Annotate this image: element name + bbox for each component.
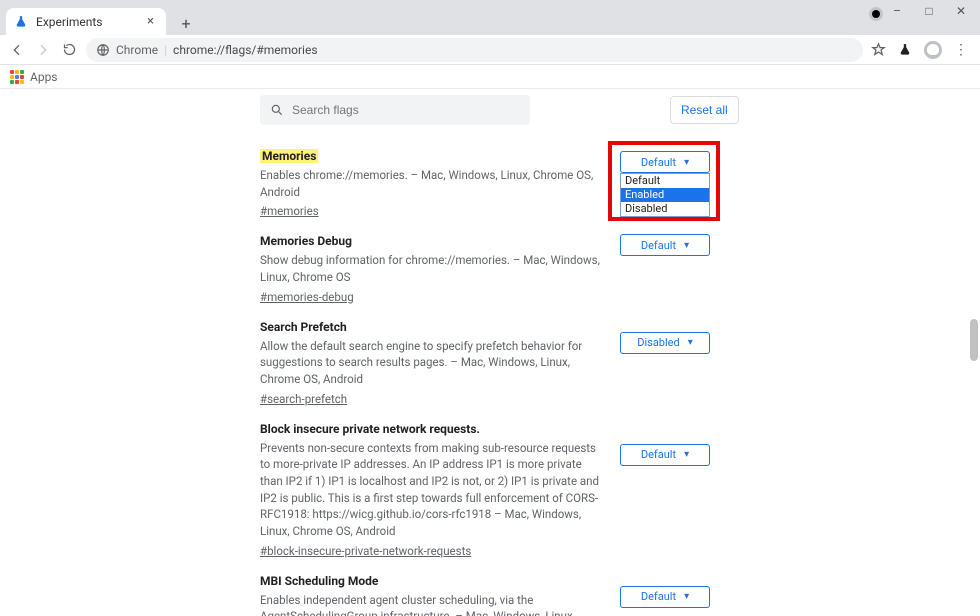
page-viewport: Reset all Memories Enables chrome://memo… <box>0 89 980 616</box>
flag-anchor-link[interactable]: #memories-debug <box>260 290 354 304</box>
flag-memories: Memories Enables chrome://memories. – Ma… <box>260 135 710 220</box>
flask-icon <box>14 15 28 29</box>
dropdown-option-disabled[interactable]: Disabled <box>621 202 709 216</box>
tab-experiments[interactable]: Experiments × <box>6 8 166 35</box>
address-bar[interactable]: Chrome | chrome://flags/#memories <box>86 38 863 62</box>
close-tab-icon[interactable]: × <box>145 15 156 28</box>
flag-title: Block insecure private network requests. <box>260 422 710 436</box>
reset-all-button[interactable]: Reset all <box>670 96 739 124</box>
minimize-button[interactable]: – <box>890 4 904 18</box>
back-button[interactable] <box>8 41 26 59</box>
chevron-down-icon: ▾ <box>684 157 689 168</box>
url-prefix: Chrome <box>116 43 158 57</box>
bookmarks-bar: Apps <box>0 65 980 89</box>
tab-strip: Experiments × + <box>0 8 980 35</box>
maximize-button[interactable]: □ <box>922 4 936 18</box>
url-text: chrome://flags/#memories <box>173 43 317 57</box>
new-tab-button[interactable]: + <box>174 11 198 35</box>
tab-title: Experiments <box>36 15 103 29</box>
chevron-down-icon: ▾ <box>688 337 693 348</box>
flag-description: Prevents non-secure contexts from making… <box>260 440 600 540</box>
chevron-down-icon: ▾ <box>684 449 689 460</box>
flag-anchor-link[interactable]: #memories <box>260 204 319 218</box>
flag-description: Show debug information for chrome://memo… <box>260 252 600 285</box>
flag-memories-debug: Memories Debug Show debug information fo… <box>260 220 710 305</box>
apps-grid-icon[interactable] <box>10 70 24 84</box>
flag-select-block-insecure[interactable]: Default▾ <box>620 444 710 466</box>
bookmark-star-icon[interactable] <box>871 42 886 57</box>
chevron-down-icon: ▾ <box>684 591 689 602</box>
scrollbar-thumb[interactable] <box>970 319 978 361</box>
flag-description: Allow the default search engine to speci… <box>260 338 600 388</box>
flag-anchor-link[interactable]: #search-prefetch <box>260 392 347 406</box>
flag-search-prefetch: Search Prefetch Allow the default search… <box>260 306 710 408</box>
flag-select-dropdown: Default Enabled Disabled <box>620 173 710 217</box>
flag-mbi-mode: MBI Scheduling Mode Enables independent … <box>260 560 710 616</box>
flag-select-memories-debug[interactable]: Default▾ <box>620 234 710 256</box>
close-window-button[interactable]: ✕ <box>954 4 968 18</box>
browser-menu-button[interactable]: ⋮ <box>954 42 968 58</box>
site-info-icon[interactable] <box>96 43 110 57</box>
profile-avatar[interactable] <box>924 41 942 59</box>
reload-button[interactable] <box>60 41 78 59</box>
url-separator: | <box>164 43 167 57</box>
flag-description: Enables chrome://memories. – Mac, Window… <box>260 167 600 200</box>
chevron-down-icon: ▾ <box>684 240 689 251</box>
record-indicator-icon <box>872 10 880 18</box>
search-icon <box>270 103 284 117</box>
flag-description: Enables independent agent cluster schedu… <box>260 592 600 616</box>
window-titlebar <box>0 0 980 8</box>
window-controls: – □ ✕ <box>882 0 976 18</box>
flag-block-insecure: Block insecure private network requests.… <box>260 408 710 560</box>
dropdown-option-enabled[interactable]: Enabled <box>621 188 709 202</box>
flag-select-memories[interactable]: Default ▾ <box>620 151 710 173</box>
flag-anchor-link[interactable]: #block-insecure-private-network-requests <box>260 544 471 558</box>
search-flags-box[interactable] <box>260 95 530 125</box>
flag-title: Memories <box>260 149 318 163</box>
apps-label[interactable]: Apps <box>30 70 58 84</box>
search-flags-input[interactable] <box>292 103 520 117</box>
flag-select-search-prefetch[interactable]: Disabled▾ <box>620 332 710 354</box>
browser-toolbar: Chrome | chrome://flags/#memories ⋮ <box>0 35 980 65</box>
extensions-flask-icon[interactable] <box>898 43 912 57</box>
dropdown-option-default[interactable]: Default <box>621 174 709 188</box>
flag-select-mbi[interactable]: Default▾ <box>620 586 710 608</box>
forward-button[interactable] <box>34 41 52 59</box>
